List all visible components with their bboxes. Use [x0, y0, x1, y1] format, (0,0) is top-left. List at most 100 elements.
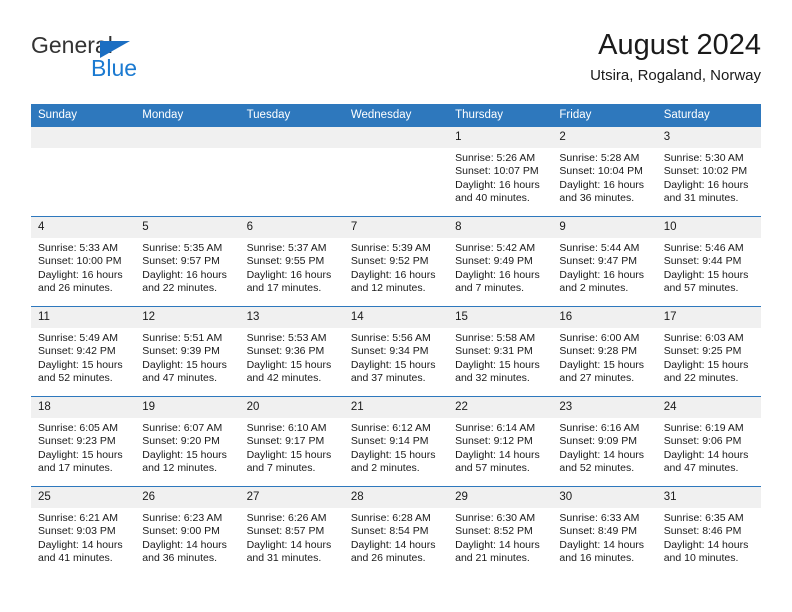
brand-name-blue: Blue [91, 55, 138, 81]
sunrise-text: Sunrise: 5:39 AM [350, 242, 431, 254]
calendar-week-row: 18 Sunrise: 6:05 AM Sunset: 9:23 PM Dayl… [31, 396, 761, 487]
day-number: 27 [239, 487, 344, 508]
day-cell[interactable]: 26 Sunrise: 6:23 AM Sunset: 9:00 PM Dayl… [135, 486, 240, 576]
day-cell[interactable]: 7 Sunrise: 5:39 AM Sunset: 9:52 PM Dayli… [343, 216, 449, 307]
day-cell[interactable]: 31 Sunrise: 6:35 AM Sunset: 8:46 PM Dayl… [656, 486, 761, 576]
day-cell[interactable]: 27 Sunrise: 6:26 AM Sunset: 8:57 PM Dayl… [239, 486, 344, 576]
day-cell[interactable] [31, 127, 136, 217]
sunset-text: Sunset: 9:06 PM [663, 435, 742, 448]
day-cell[interactable] [343, 127, 449, 217]
day-info: Sunrise: 5:42 AM Sunset: 9:49 PM Dayligh… [448, 238, 552, 296]
day-cell[interactable]: 3 Sunrise: 5:30 AM Sunset: 10:02 PM Dayl… [656, 127, 761, 217]
day-cell[interactable]: 16 Sunrise: 6:00 AM Sunset: 9:28 PM Dayl… [552, 306, 657, 397]
day-info: Sunrise: 6:30 AM Sunset: 8:52 PM Dayligh… [448, 508, 552, 566]
sunset-text: Sunset: 10:07 PM [455, 165, 539, 178]
sunset-text: Sunset: 10:00 PM [38, 255, 122, 268]
sunset-text: Sunset: 8:46 PM [663, 525, 742, 538]
calendar-week-row: 11 Sunrise: 5:49 AM Sunset: 9:42 PM Dayl… [31, 306, 761, 397]
sunset-text: Sunset: 9:23 PM [38, 435, 116, 448]
daylight-text-line2: and 7 minutes. [455, 282, 525, 295]
daylight-text-line1: Daylight: 15 hours [246, 448, 332, 461]
day-info: Sunrise: 6:28 AM Sunset: 8:54 PM Dayligh… [344, 508, 448, 566]
daylight-text-line1: Daylight: 16 hours [663, 178, 749, 191]
day-cell[interactable]: 20 Sunrise: 6:10 AM Sunset: 9:17 PM Dayl… [239, 396, 344, 487]
day-number: 28 [343, 487, 449, 508]
daylight-text-line2: and 52 minutes. [38, 372, 113, 385]
day-cell[interactable]: 30 Sunrise: 6:33 AM Sunset: 8:49 PM Dayl… [552, 486, 657, 576]
day-cell[interactable]: 14 Sunrise: 5:56 AM Sunset: 9:34 PM Dayl… [343, 306, 449, 397]
daylight-text-line1: Daylight: 15 hours [663, 268, 749, 281]
brand-logo[interactable]: General Blue [31, 32, 231, 90]
day-number [31, 127, 136, 148]
day-number: 16 [552, 307, 657, 328]
day-info: Sunrise: 5:28 AM Sunset: 10:04 PM Daylig… [552, 148, 656, 206]
day-number: 21 [343, 397, 449, 418]
sunset-text: Sunset: 9:14 PM [350, 435, 429, 448]
sunrise-text: Sunrise: 6:07 AM [142, 422, 223, 434]
day-cell[interactable]: 8 Sunrise: 5:42 AM Sunset: 9:49 PM Dayli… [448, 216, 553, 307]
day-cell[interactable]: 11 Sunrise: 5:49 AM Sunset: 9:42 PM Dayl… [31, 306, 136, 397]
sunrise-text: Sunrise: 5:44 AM [559, 242, 640, 254]
day-cell[interactable]: 28 Sunrise: 6:28 AM Sunset: 8:54 PM Dayl… [343, 486, 449, 576]
day-cell[interactable] [135, 127, 240, 217]
sunset-text: Sunset: 9:36 PM [246, 345, 325, 358]
day-cell[interactable]: 29 Sunrise: 6:30 AM Sunset: 8:52 PM Dayl… [448, 486, 553, 576]
day-cell[interactable]: 10 Sunrise: 5:46 AM Sunset: 9:44 PM Dayl… [656, 216, 761, 307]
day-cell[interactable]: 24 Sunrise: 6:19 AM Sunset: 9:06 PM Dayl… [656, 396, 761, 487]
day-cell[interactable]: 6 Sunrise: 5:37 AM Sunset: 9:55 PM Dayli… [239, 216, 344, 307]
day-info: Sunrise: 5:37 AM Sunset: 9:55 PM Dayligh… [240, 238, 344, 296]
day-cell[interactable]: 13 Sunrise: 5:53 AM Sunset: 9:36 PM Dayl… [239, 306, 344, 397]
day-cell[interactable] [239, 127, 344, 217]
day-cell[interactable]: 5 Sunrise: 5:35 AM Sunset: 9:57 PM Dayli… [135, 216, 240, 307]
day-info: Sunrise: 5:49 AM Sunset: 9:42 PM Dayligh… [31, 328, 135, 386]
sunset-text: Sunset: 9:55 PM [246, 255, 325, 268]
calendar-week-row: 4 Sunrise: 5:33 AM Sunset: 10:00 PM Dayl… [31, 216, 761, 307]
sunset-text: Sunset: 10:02 PM [663, 165, 748, 178]
sunrise-text: Sunrise: 5:56 AM [350, 332, 431, 344]
day-cell[interactable]: 18 Sunrise: 6:05 AM Sunset: 9:23 PM Dayl… [31, 396, 136, 487]
day-info: Sunrise: 5:56 AM Sunset: 9:34 PM Dayligh… [344, 328, 448, 386]
daylight-text-line2: and 36 minutes. [559, 192, 635, 205]
day-cell[interactable]: 22 Sunrise: 6:14 AM Sunset: 9:12 PM Dayl… [448, 396, 553, 487]
daylight-text-line1: Daylight: 14 hours [455, 448, 540, 461]
day-info: Sunrise: 5:51 AM Sunset: 9:39 PM Dayligh… [135, 328, 239, 386]
daylight-text-line2: and 31 minutes. [663, 192, 739, 205]
day-number: 26 [135, 487, 240, 508]
day-cell[interactable]: 15 Sunrise: 5:58 AM Sunset: 9:31 PM Dayl… [448, 306, 553, 397]
sunrise-text: Sunrise: 5:37 AM [246, 242, 327, 254]
sunset-text: Sunset: 9:31 PM [455, 345, 533, 358]
daylight-text-line2: and 31 minutes. [246, 552, 322, 565]
daylight-text-line2: and 26 minutes. [38, 282, 113, 295]
daylight-text-line1: Daylight: 16 hours [246, 268, 332, 281]
daylight-text-line1: Daylight: 15 hours [38, 448, 123, 461]
sunset-text: Sunset: 9:52 PM [350, 255, 429, 268]
day-cell[interactable]: 17 Sunrise: 6:03 AM Sunset: 9:25 PM Dayl… [656, 306, 761, 397]
sunrise-text: Sunrise: 5:28 AM [559, 152, 640, 164]
sunset-text: Sunset: 9:03 PM [38, 525, 116, 538]
day-cell[interactable]: 19 Sunrise: 6:07 AM Sunset: 9:20 PM Dayl… [135, 396, 240, 487]
daylight-text-line1: Daylight: 15 hours [455, 358, 540, 371]
day-cell[interactable]: 25 Sunrise: 6:21 AM Sunset: 9:03 PM Dayl… [31, 486, 136, 576]
daylight-text-line1: Daylight: 15 hours [142, 358, 227, 371]
daylight-text-line2: and 36 minutes. [142, 552, 217, 565]
sunrise-text: Sunrise: 5:35 AM [142, 242, 223, 254]
weekday-header-sunday: Sunday [31, 104, 136, 127]
day-cell[interactable]: 12 Sunrise: 5:51 AM Sunset: 9:39 PM Dayl… [135, 306, 240, 397]
day-cell[interactable]: 2 Sunrise: 5:28 AM Sunset: 10:04 PM Dayl… [552, 127, 657, 217]
daylight-text-line1: Daylight: 15 hours [142, 448, 227, 461]
day-info: Sunrise: 6:19 AM Sunset: 9:06 PM Dayligh… [657, 418, 761, 476]
day-cell[interactable]: 9 Sunrise: 5:44 AM Sunset: 9:47 PM Dayli… [552, 216, 657, 307]
day-cell[interactable]: 23 Sunrise: 6:16 AM Sunset: 9:09 PM Dayl… [552, 396, 657, 487]
day-info: Sunrise: 5:44 AM Sunset: 9:47 PM Dayligh… [552, 238, 656, 296]
day-cell[interactable]: 21 Sunrise: 6:12 AM Sunset: 9:14 PM Dayl… [343, 396, 449, 487]
sunset-text: Sunset: 9:39 PM [142, 345, 220, 358]
day-number: 31 [656, 487, 761, 508]
sunrise-text: Sunrise: 6:33 AM [559, 512, 640, 524]
sunset-text: Sunset: 9:09 PM [559, 435, 638, 448]
day-info: Sunrise: 5:58 AM Sunset: 9:31 PM Dayligh… [448, 328, 552, 386]
day-number: 10 [656, 217, 761, 238]
day-number: 25 [31, 487, 136, 508]
day-cell[interactable]: 1 Sunrise: 5:26 AM Sunset: 10:07 PM Dayl… [448, 127, 553, 217]
day-number: 7 [343, 217, 449, 238]
day-cell[interactable]: 4 Sunrise: 5:33 AM Sunset: 10:00 PM Dayl… [31, 216, 136, 307]
